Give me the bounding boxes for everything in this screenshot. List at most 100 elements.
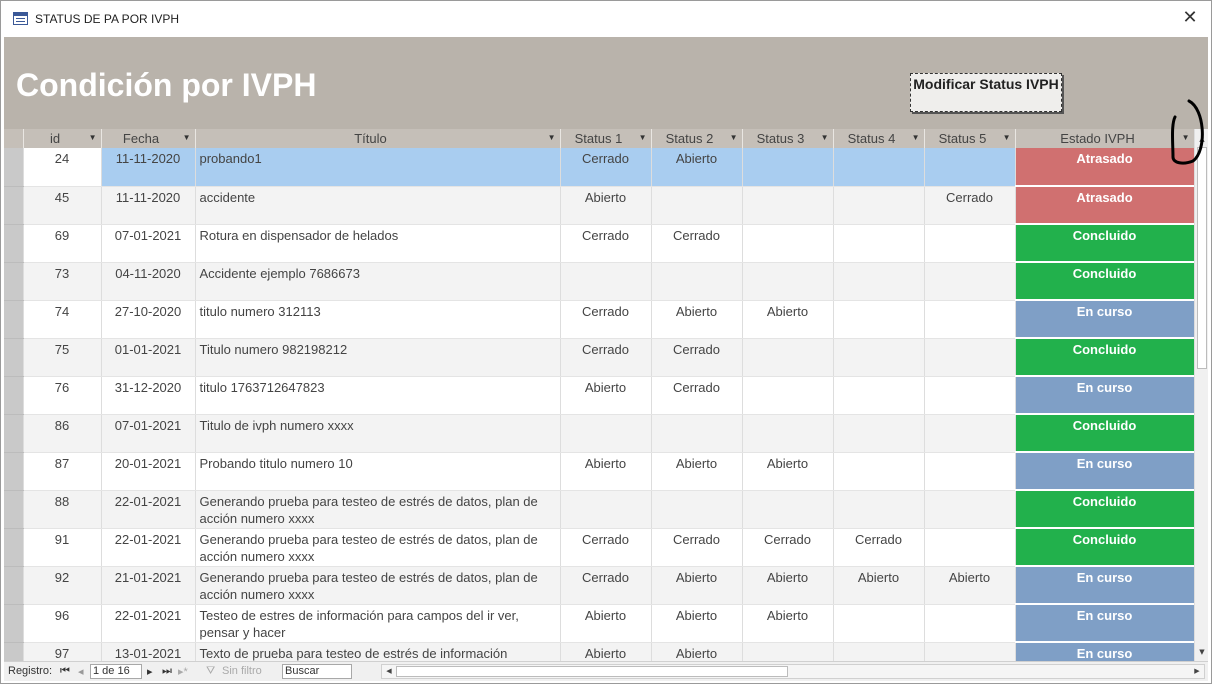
cell-id[interactable]: 69 [23,224,102,263]
modify-status-button[interactable]: Modificar Status IVPH [910,73,1062,112]
cell-s5[interactable] [924,642,1016,661]
cell-id[interactable]: 86 [23,414,102,453]
chevron-down-icon[interactable]: ▼ [1003,133,1011,142]
cell-s5[interactable] [924,338,1016,377]
vertical-scrollbar[interactable]: ▲ ▼ [1194,129,1208,661]
cell-titulo[interactable]: titulo 1763712647823 [195,376,561,415]
cell-s1[interactable]: Cerrado [560,300,652,339]
cell-s4[interactable] [833,262,925,301]
cell-id[interactable]: 45 [23,186,102,225]
cell-id[interactable]: 73 [23,262,102,301]
cell-s2[interactable]: Cerrado [651,376,743,415]
row-selector[interactable] [4,566,24,605]
cell-id[interactable]: 92 [23,566,102,605]
cell-s2[interactable]: Abierto [651,604,743,643]
scroll-down-icon[interactable]: ▼ [1196,645,1208,659]
table-row[interactable]: 87 20-01-2021 Probando titulo numero 10 Abi… [4,452,1194,491]
cell-s3[interactable] [742,376,834,415]
table-row[interactable]: 69 07-01-2021 Rotura en dispensador de hel… [4,224,1194,263]
cell-fecha[interactable]: 22-01-2021 [101,490,196,529]
cell-s4[interactable] [833,414,925,453]
table-row[interactable]: 73 04-11-2020 Accidente ejemplo 7686673 Con… [4,262,1194,301]
cell-titulo[interactable]: Rotura en dispensador de helados [195,224,561,263]
cell-s2[interactable] [651,262,743,301]
cell-fecha[interactable]: 22-01-2021 [101,528,196,567]
cell-fecha[interactable]: 20-01-2021 [101,452,196,491]
cell-s4[interactable] [833,376,925,415]
cell-s4[interactable] [833,604,925,643]
cell-s3[interactable]: Abierto [742,300,834,339]
cell-s1[interactable]: Cerrado [560,224,652,263]
chevron-down-icon[interactable]: ▼ [639,133,647,142]
column-header-estado[interactable]: Estado IVPH ▼ [1015,129,1194,148]
cell-fecha[interactable]: 31-12-2020 [101,376,196,415]
cell-estado[interactable]: Concluido [1015,338,1194,377]
close-button[interactable]: ✕ [1179,7,1201,29]
new-record-icon[interactable]: ▸* [178,665,188,678]
cell-s1[interactable]: Cerrado [560,528,652,567]
cell-s1[interactable] [560,414,652,453]
cell-id[interactable]: 97 [23,642,102,661]
column-header-id[interactable]: id ▼ [23,129,102,148]
column-header-s1[interactable]: Status 1 ▼ [560,129,652,148]
cell-s4[interactable]: Abierto [833,566,925,605]
cell-estado[interactable]: En curso [1015,566,1194,605]
cell-titulo[interactable]: titulo numero 312113 [195,300,561,339]
cell-fecha[interactable]: 07-01-2021 [101,414,196,453]
cell-fecha[interactable]: 22-01-2021 [101,604,196,643]
cell-s4[interactable] [833,186,925,225]
cell-fecha[interactable]: 27-10-2020 [101,300,196,339]
cell-s3[interactable] [742,414,834,453]
select-all-corner[interactable] [4,129,24,148]
cell-s4[interactable] [833,642,925,661]
cell-s1[interactable]: Cerrado [560,566,652,605]
cell-titulo[interactable]: Generando prueba para testeo de estrés d… [195,528,561,567]
search-input[interactable]: Buscar [282,664,352,679]
cell-s3[interactable] [742,262,834,301]
cell-s2[interactable]: Abierto [651,148,743,187]
prev-record-icon[interactable]: ◂ [78,665,84,678]
cell-titulo[interactable]: Accidente ejemplo 7686673 [195,262,561,301]
row-selector[interactable] [4,300,24,339]
cell-estado[interactable]: Atrasado [1015,148,1194,187]
cell-s4[interactable] [833,452,925,491]
cell-fecha[interactable]: 04-11-2020 [101,262,196,301]
cell-titulo[interactable]: Probando titulo numero 10 [195,452,561,491]
cell-s3[interactable] [742,224,834,263]
cell-s5[interactable] [924,452,1016,491]
cell-titulo[interactable]: Titulo de ivph numero xxxx [195,414,561,453]
row-selector[interactable] [4,414,24,453]
cell-id[interactable]: 74 [23,300,102,339]
cell-s2[interactable]: Cerrado [651,338,743,377]
cell-s5[interactable] [924,490,1016,529]
first-record-icon[interactable]: ⏮ [60,665,70,678]
cell-s2[interactable] [651,186,743,225]
table-row[interactable]: 45 11-11-2020 accidente Abierto Cerrado Atras… [4,186,1194,225]
cell-s5[interactable]: Cerrado [924,186,1016,225]
cell-titulo[interactable]: Titulo numero 982198212 [195,338,561,377]
column-header-s5[interactable]: Status 5 ▼ [924,129,1016,148]
table-row[interactable]: 96 22-01-2021 Testeo de estres de informac… [4,604,1194,643]
table-row[interactable]: 92 21-01-2021 Generando prueba para testeo… [4,566,1194,605]
chevron-down-icon[interactable]: ▼ [821,133,829,142]
cell-s2[interactable]: Abierto [651,300,743,339]
chevron-down-icon[interactable]: ▼ [912,133,920,142]
cell-estado[interactable]: Concluido [1015,528,1194,567]
cell-s3[interactable] [742,642,834,661]
cell-s4[interactable]: Cerrado [833,528,925,567]
table-row[interactable]: 91 22-01-2021 Generando prueba para testeo… [4,528,1194,567]
cell-s5[interactable] [924,224,1016,263]
row-selector[interactable] [4,452,24,491]
cell-estado[interactable]: En curso [1015,642,1194,661]
cell-s3[interactable] [742,148,834,187]
table-row[interactable]: 97 13-01-2021 Texto de prueba para testeo … [4,642,1194,661]
cell-fecha[interactable]: 11-11-2020 [101,186,196,225]
cell-fecha[interactable]: 21-01-2021 [101,566,196,605]
cell-estado[interactable]: En curso [1015,452,1194,491]
scroll-right-icon[interactable]: ▶ [1191,665,1203,678]
cell-estado[interactable]: Concluido [1015,490,1194,529]
cell-s5[interactable] [924,300,1016,339]
table-row[interactable]: 76 31-12-2020 titulo 1763712647823 Abierto C… [4,376,1194,415]
table-row[interactable]: 88 22-01-2021 Generando prueba para testeo… [4,490,1194,529]
chevron-down-icon[interactable]: ▼ [730,133,738,142]
